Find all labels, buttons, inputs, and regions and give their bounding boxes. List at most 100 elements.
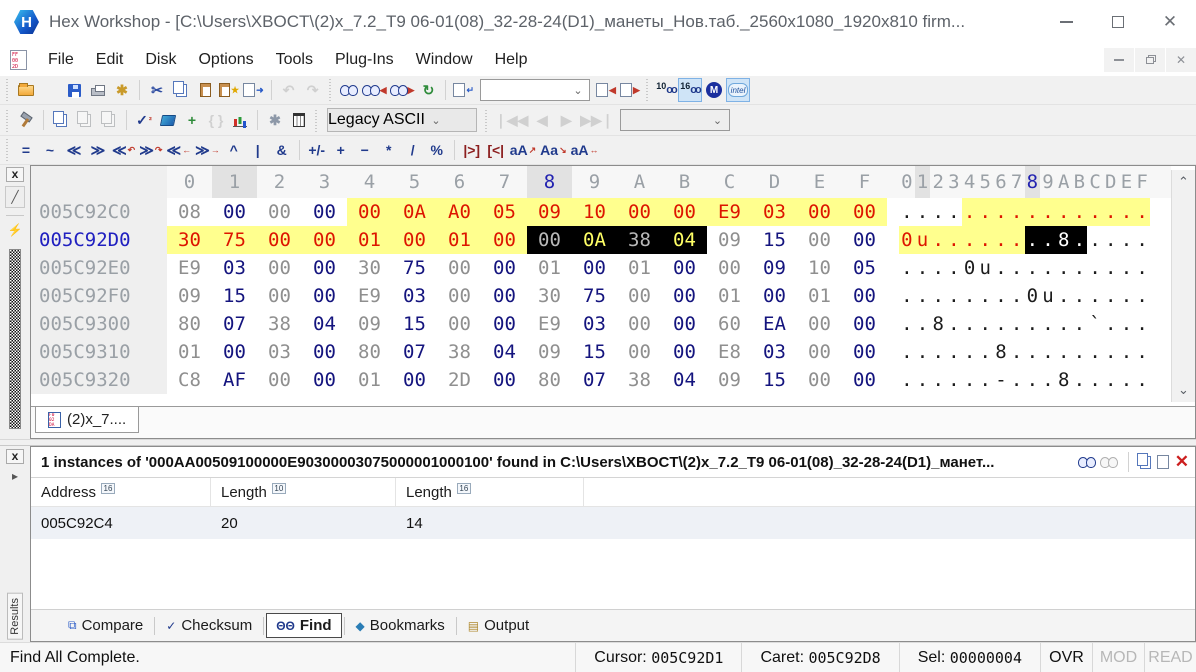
find-forward-button[interactable]: ▶ <box>389 78 417 102</box>
chevron-down-icon[interactable]: ⌄ <box>567 84 589 97</box>
ascii-char[interactable]: . <box>1025 338 1041 366</box>
open-special-button[interactable] <box>38 78 62 102</box>
hex-byte[interactable]: 10 <box>572 198 617 226</box>
toolbar-grip[interactable] <box>4 79 12 101</box>
hex-byte[interactable]: 00 <box>392 226 437 254</box>
ascii-char[interactable]: . <box>946 198 962 226</box>
menu-item-options[interactable]: Options <box>187 46 264 74</box>
hex-byte[interactable]: 00 <box>302 338 347 366</box>
hex-byte[interactable]: 00 <box>797 366 842 394</box>
hex-byte[interactable]: 07 <box>572 366 617 394</box>
close-icon[interactable]: x <box>6 449 24 464</box>
ascii-char[interactable]: . <box>1103 226 1119 254</box>
ascii-char[interactable]: . <box>915 282 931 310</box>
hex-byte[interactable]: 00 <box>437 254 482 282</box>
scroll-down-icon[interactable]: ⌄ <box>1178 382 1189 398</box>
ascii-char[interactable]: . <box>1087 198 1103 226</box>
hex-byte[interactable]: 15 <box>752 366 797 394</box>
hex-byte[interactable]: E9 <box>347 282 392 310</box>
hex-byte[interactable]: 03 <box>752 198 797 226</box>
ascii-char[interactable]: . <box>1056 338 1072 366</box>
motorola-byte-order-button[interactable]: M <box>702 78 726 102</box>
hex-byte[interactable]: 00 <box>212 338 257 366</box>
goto-button[interactable]: ↵ <box>451 78 476 102</box>
spark-icon[interactable]: ⚡ <box>5 219 25 241</box>
ascii-char[interactable]: . <box>899 366 915 394</box>
ascii-char[interactable]: . <box>1134 226 1150 254</box>
data-visualizer-strip[interactable] <box>9 249 21 429</box>
export-icon[interactable] <box>1157 455 1169 469</box>
ascii-char[interactable]: u <box>915 226 931 254</box>
menu-item-help[interactable]: Help <box>484 46 539 74</box>
ascii-char[interactable]: . <box>946 226 962 254</box>
minimize-button[interactable] <box>1040 0 1092 44</box>
hex-byte[interactable]: A0 <box>437 198 482 226</box>
hex-byte[interactable]: 09 <box>347 310 392 338</box>
ascii-char[interactable]: . <box>1025 310 1041 338</box>
encoding-select[interactable]: Legacy ASCII⌄ <box>327 108 477 132</box>
hex-byte[interactable]: 01 <box>617 254 662 282</box>
hex-byte[interactable]: 09 <box>707 366 752 394</box>
copy-button[interactable] <box>169 78 193 102</box>
redo-button[interactable]: ↷ <box>301 78 325 102</box>
hex-byte[interactable]: 00 <box>617 338 662 366</box>
hex-byte[interactable]: 07 <box>212 310 257 338</box>
tools-hammer-button[interactable] <box>14 108 38 132</box>
hex-byte[interactable]: 00 <box>257 366 302 394</box>
ascii-char[interactable]: . <box>993 310 1009 338</box>
ascii-char[interactable]: . <box>899 254 915 282</box>
op-shift-right-button[interactable]: ≫ <box>86 138 110 162</box>
hex-byte[interactable]: 2D <box>437 366 482 394</box>
ascii-char[interactable]: . <box>915 198 931 226</box>
ascii-char[interactable]: 0 <box>962 254 978 282</box>
hex-byte[interactable]: 00 <box>257 226 302 254</box>
hex-byte[interactable]: 00 <box>302 226 347 254</box>
menu-item-disk[interactable]: Disk <box>134 46 187 74</box>
export-button[interactable]: ➜ <box>241 78 266 102</box>
chevron-down-icon[interactable]: ⌄ <box>707 114 729 127</box>
ascii-char[interactable]: . <box>962 366 978 394</box>
ascii-char[interactable]: . <box>1103 366 1119 394</box>
hex-byte[interactable]: E9 <box>527 310 572 338</box>
hex-byte[interactable]: 60 <box>707 310 752 338</box>
hex-byte[interactable]: 00 <box>662 254 707 282</box>
panel-splitter[interactable] <box>0 439 1196 446</box>
toolbar-grip[interactable] <box>313 108 321 132</box>
hex-byte[interactable]: 00 <box>302 198 347 226</box>
hex-byte[interactable]: 07 <box>392 338 437 366</box>
mdi-minimize-button[interactable] <box>1104 48 1134 72</box>
ascii-char[interactable]: . <box>1087 254 1103 282</box>
ascii-char[interactable]: . <box>1103 254 1119 282</box>
op-lowercase-button[interactable]: Aa↘ <box>538 138 568 162</box>
ascii-char[interactable]: . <box>1072 366 1088 394</box>
compare-prev-button[interactable] <box>97 108 121 132</box>
ascii-char[interactable]: . <box>993 226 1009 254</box>
hex-byte[interactable]: 01 <box>347 226 392 254</box>
toolbar-grip[interactable] <box>327 79 335 101</box>
hex-byte[interactable]: 38 <box>437 338 482 366</box>
hex-byte[interactable]: 00 <box>437 310 482 338</box>
ascii-char[interactable]: . <box>993 198 1009 226</box>
hex-byte[interactable]: 00 <box>392 366 437 394</box>
ascii-char[interactable]: . <box>977 338 993 366</box>
hex-byte[interactable]: 75 <box>572 282 617 310</box>
statistics-chart-button[interactable] <box>228 108 252 132</box>
find-result-row[interactable]: 005C92C42014 <box>31 507 1195 539</box>
op-rotate-left-button[interactable]: ≪↶ <box>110 138 137 162</box>
nav-first-button[interactable]: ❘◀◀ <box>493 108 530 132</box>
op-shift-left-button[interactable]: ≪ <box>62 138 86 162</box>
ascii-char[interactable]: . <box>930 338 946 366</box>
calculator-button[interactable] <box>287 108 311 132</box>
hex-byte[interactable]: 00 <box>842 226 887 254</box>
preferences-gear-button[interactable]: ✱ <box>263 108 287 132</box>
ascii-char[interactable]: . <box>993 254 1009 282</box>
ascii-char[interactable]: . <box>1025 198 1041 226</box>
ascii-char[interactable]: . <box>1072 226 1088 254</box>
hex-byte[interactable]: 75 <box>392 254 437 282</box>
ascii-char[interactable]: u <box>977 254 993 282</box>
hex-byte[interactable]: 00 <box>482 366 527 394</box>
ascii-char[interactable]: . <box>1056 254 1072 282</box>
ascii-char[interactable]: . <box>1134 366 1150 394</box>
ascii-char[interactable]: . <box>899 282 915 310</box>
document-system-icon[interactable]: FF 00 2D BA 10 <box>10 50 27 70</box>
